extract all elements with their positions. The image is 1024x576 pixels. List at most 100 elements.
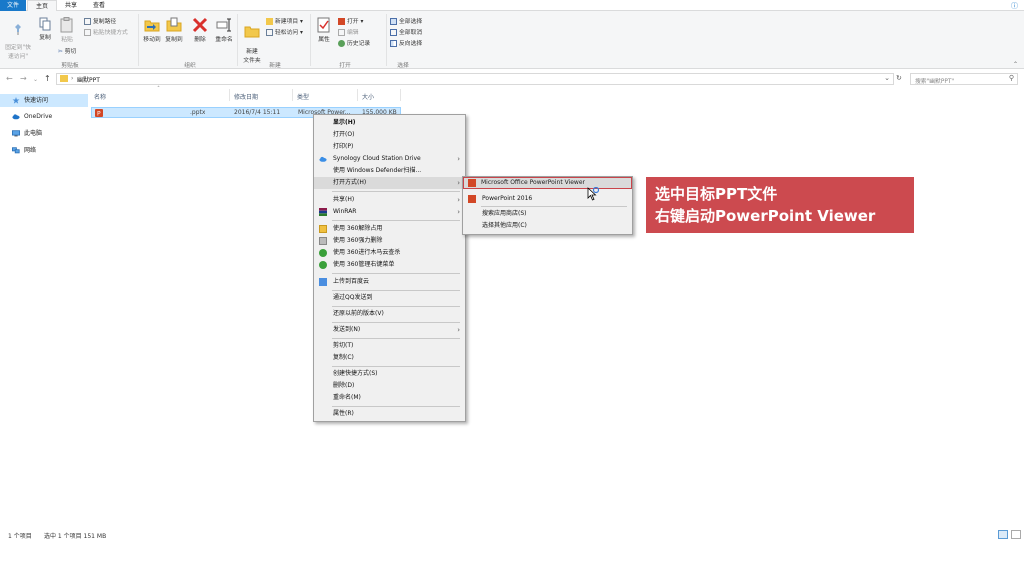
360-shield-icon bbox=[319, 261, 327, 269]
column-header-name[interactable]: 名称 bbox=[94, 92, 106, 101]
copy-path-button[interactable]: 复制路径 bbox=[84, 16, 116, 25]
invert-selection-button[interactable]: 反向选择 bbox=[390, 38, 422, 47]
network-icon bbox=[12, 147, 20, 154]
details-view-icon[interactable] bbox=[998, 530, 1008, 539]
menu-item-label: WinRAR bbox=[333, 208, 357, 215]
menu-item-label: 还原以前的版本(V) bbox=[333, 310, 384, 317]
menu-item-copy[interactable]: 复制(C) bbox=[314, 352, 465, 364]
large-icons-view-icon[interactable] bbox=[1011, 530, 1021, 539]
menu-item-print[interactable]: 打印(P) bbox=[314, 141, 465, 153]
submenu-item-powerpoint-viewer[interactable]: Microsoft Office PowerPoint Viewer bbox=[463, 177, 632, 189]
copy-button[interactable]: 复制 bbox=[36, 17, 54, 41]
menu-item-restore-versions[interactable]: 还原以前的版本(V) bbox=[314, 308, 465, 320]
nav-onedrive[interactable]: OneDrive bbox=[0, 110, 88, 123]
file-name: .pptx bbox=[190, 109, 206, 116]
menu-item-synology[interactable]: Synology Cloud Station Drive › bbox=[314, 153, 465, 165]
forward-arrow-icon[interactable]: → bbox=[20, 74, 27, 83]
cut-button[interactable]: ✂ 剪切 bbox=[58, 46, 76, 55]
edit-button[interactable]: 编辑 bbox=[338, 27, 359, 36]
menu-item-send-qq[interactable]: 通过QQ发送到 bbox=[314, 292, 465, 304]
menu-item-360-manage[interactable]: 使用 360管理右键菜单 bbox=[314, 259, 465, 271]
group-select-label: 选择 bbox=[397, 63, 409, 69]
tab-share[interactable]: 共享 bbox=[58, 0, 84, 11]
new-folder-button[interactable]: 新建 文件夹 bbox=[240, 17, 264, 64]
address-dropdown-icon[interactable]: ⌄ bbox=[884, 74, 890, 82]
menu-item-label: 显示(H) bbox=[333, 119, 356, 126]
breadcrumb[interactable]: 幽默PPT bbox=[77, 75, 100, 84]
rename-button[interactable]: 重命名 bbox=[213, 17, 235, 43]
menu-item-360-delete[interactable]: 使用 360强力删除 bbox=[314, 235, 465, 247]
address-row: ← → ⌄ ↑ › 幽默PPT ⌄ ↻ 搜索"幽默PPT" ⚲ bbox=[0, 70, 1024, 87]
menu-item-defender[interactable]: 使用 Windows Defender扫描... bbox=[314, 165, 465, 177]
menu-item-create-shortcut[interactable]: 创建快捷方式(S) bbox=[314, 368, 465, 380]
search-input[interactable]: 搜索"幽默PPT" ⚲ bbox=[910, 73, 1018, 85]
menu-item-properties[interactable]: 属性(R) bbox=[314, 408, 465, 420]
menu-item-open[interactable]: 打开(O) bbox=[314, 129, 465, 141]
recent-dropdown-icon[interactable]: ⌄ bbox=[33, 76, 38, 83]
annotation-line-2: 右键启动PowerPoint Viewer bbox=[655, 207, 876, 225]
menu-item-delete[interactable]: 删除(D) bbox=[314, 380, 465, 392]
menu-item-label: 发送到(N) bbox=[333, 326, 361, 333]
back-arrow-icon[interactable]: ← bbox=[6, 74, 13, 83]
nav-network[interactable]: 网络 bbox=[0, 144, 88, 157]
column-header-date[interactable]: 修改日期 bbox=[234, 92, 258, 101]
delete-x-icon bbox=[192, 17, 208, 33]
sort-caret-icon: ˆ bbox=[157, 86, 160, 93]
column-separator[interactable] bbox=[400, 89, 401, 101]
menu-item-cut[interactable]: 剪切(T) bbox=[314, 340, 465, 352]
select-all-button[interactable]: 全部选择 bbox=[390, 16, 422, 25]
select-all-label: 全部选择 bbox=[399, 19, 423, 25]
column-separator[interactable] bbox=[292, 89, 293, 101]
open-button[interactable]: 打开 ▾ bbox=[338, 16, 363, 25]
help-icon[interactable]: ⓘ bbox=[1011, 1, 1018, 11]
menu-item-open-with[interactable]: 打开方式(H) › bbox=[314, 177, 465, 189]
menu-item-360-unlock[interactable]: 使用 360解除占用 bbox=[314, 223, 465, 235]
submenu-item-search-store[interactable]: 搜索应用商店(S) bbox=[463, 208, 632, 220]
paste-label: 粘贴 bbox=[61, 37, 73, 43]
column-header-type[interactable]: 类型 bbox=[297, 92, 309, 101]
menu-item-label: 创建快捷方式(S) bbox=[333, 370, 378, 377]
powerpoint-icon bbox=[338, 18, 345, 25]
select-none-button[interactable]: 全部取消 bbox=[390, 27, 422, 36]
menu-item-send-to[interactable]: 发送到(N) › bbox=[314, 324, 465, 336]
menu-item-baidu-cloud[interactable]: 上传到百度云 bbox=[314, 276, 465, 288]
new-item-button[interactable]: 新建项目 ▾ bbox=[266, 16, 303, 25]
copy-to-button[interactable]: 复制到 bbox=[164, 17, 184, 43]
ribbon: 固定到"快 速访问" 复制 粘贴 复制路径 粘贴快捷方式 ✂ 剪切 剪贴板 移动… bbox=[0, 11, 1024, 69]
menu-item-winrar[interactable]: WinRAR › bbox=[314, 206, 465, 218]
submenu-item-choose-app[interactable]: 选择其他应用(C) bbox=[463, 220, 632, 232]
column-header-size[interactable]: 大小 bbox=[362, 92, 374, 101]
refresh-icon[interactable]: ↻ bbox=[896, 74, 902, 82]
menu-item-360-scan[interactable]: 使用 360进行木马云查杀 bbox=[314, 247, 465, 259]
search-icon: ⚲ bbox=[1008, 74, 1014, 82]
column-separator[interactable] bbox=[357, 89, 358, 101]
menu-item-rename[interactable]: 重命名(M) bbox=[314, 392, 465, 404]
address-bar[interactable]: › 幽默PPT ⌄ bbox=[56, 73, 894, 85]
tab-view[interactable]: 查看 bbox=[86, 0, 112, 11]
nav-onedrive-label: OneDrive bbox=[24, 113, 53, 120]
properties-label: 属性 bbox=[318, 37, 330, 43]
up-arrow-icon[interactable]: ↑ bbox=[44, 74, 51, 83]
collapse-ribbon-icon[interactable]: ⌃ bbox=[1013, 61, 1018, 68]
submenu-item-label: Microsoft Office PowerPoint Viewer bbox=[481, 179, 585, 186]
submenu-item-powerpoint-2016[interactable]: PowerPoint 2016 bbox=[463, 193, 632, 205]
nav-quick-access[interactable]: 快速访问 bbox=[0, 94, 88, 107]
nav-this-pc[interactable]: 此电脑 bbox=[0, 127, 88, 140]
tab-file[interactable]: 文件 bbox=[0, 0, 26, 11]
history-icon bbox=[338, 40, 345, 47]
menu-item-share[interactable]: 共享(H) › bbox=[314, 194, 465, 206]
menu-separator bbox=[481, 206, 627, 207]
history-label: 历史记录 bbox=[347, 41, 371, 47]
properties-button[interactable]: 属性 bbox=[314, 17, 334, 43]
easy-access-button[interactable]: 轻松访问 ▾ bbox=[266, 27, 303, 36]
folder-move-icon bbox=[144, 20, 160, 32]
pin-quick-access-button[interactable]: 固定到"快 速访问" bbox=[4, 17, 32, 60]
paste-shortcut-button[interactable]: 粘贴快捷方式 bbox=[84, 27, 128, 36]
menu-item-show[interactable]: 显示(H) bbox=[314, 117, 465, 129]
menu-separator bbox=[332, 273, 460, 274]
column-separator[interactable] bbox=[229, 89, 230, 101]
history-button[interactable]: 历史记录 bbox=[338, 38, 370, 47]
delete-button[interactable]: 删除 bbox=[190, 17, 210, 43]
paste-button[interactable]: 粘贴 bbox=[58, 17, 76, 43]
move-to-button[interactable]: 移动到 bbox=[142, 17, 162, 43]
